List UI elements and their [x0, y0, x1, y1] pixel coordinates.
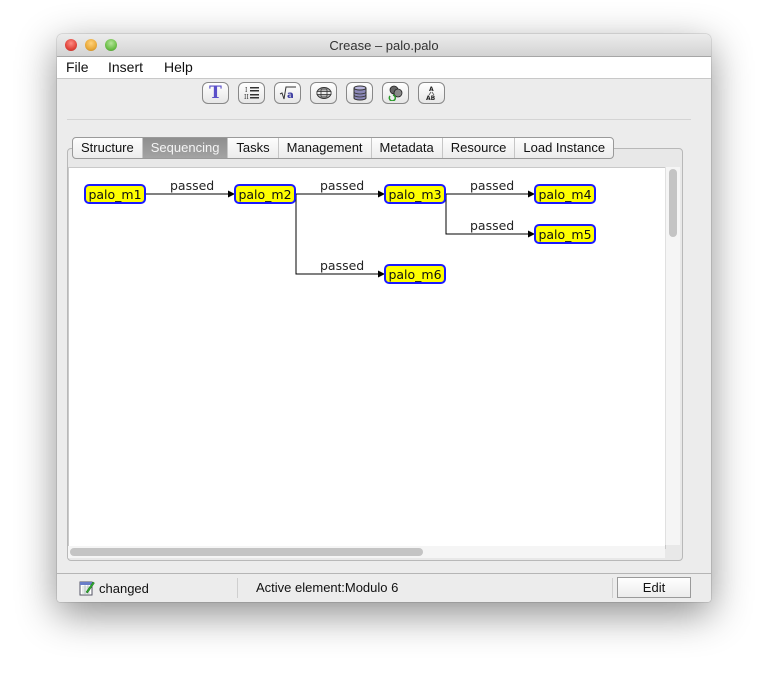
status-bar: changed Active element:Modulo 6 Edit: [57, 573, 711, 602]
horizontal-scroll-thumb[interactable]: [70, 548, 423, 556]
status-divider: [612, 578, 613, 598]
sequence-node-m4[interactable]: palo_m4: [534, 184, 596, 204]
link-icon: [316, 87, 331, 99]
menu-file[interactable]: File: [66, 59, 89, 75]
tab-metadata[interactable]: Metadata: [372, 138, 443, 158]
sequence-node-m5[interactable]: palo_m5: [534, 224, 596, 244]
numbered-list-button[interactable]: I II: [238, 82, 265, 104]
menu-help[interactable]: Help: [164, 59, 193, 75]
tab-management[interactable]: Management: [279, 138, 372, 158]
changed-label: changed: [99, 580, 149, 596]
menu-insert[interactable]: Insert: [108, 59, 143, 75]
tab-sequencing[interactable]: Sequencing: [142, 138, 229, 158]
svg-text:A: A: [429, 86, 434, 93]
horizontal-scrollbar[interactable]: [68, 546, 665, 558]
link-button[interactable]: [310, 82, 337, 104]
sequence-ab-icon: A AB: [426, 86, 436, 101]
vertical-scroll-thumb[interactable]: [669, 169, 677, 237]
svg-text:II: II: [244, 94, 249, 100]
sequence-node-m1[interactable]: palo_m1: [84, 184, 146, 204]
sequence-node-m2[interactable]: palo_m2: [234, 184, 296, 204]
insert-text-button[interactable]: T: [202, 82, 229, 104]
edge-label: passed: [320, 178, 365, 193]
svg-text:a: a: [287, 90, 294, 100]
resource-refresh-icon: [388, 85, 402, 101]
edge-label: passed: [470, 178, 515, 193]
vertical-scrollbar[interactable]: [665, 167, 680, 545]
database-button[interactable]: [346, 82, 373, 104]
formula-button[interactable]: a: [274, 82, 301, 104]
status-divider: [237, 578, 238, 598]
window-title: Crease – palo.palo: [329, 38, 439, 53]
document-edited-icon: [79, 581, 95, 596]
toolbar: T I II a A AB: [57, 79, 711, 115]
toolbar-separator: [67, 119, 691, 120]
edge-label: passed: [470, 218, 515, 233]
edge-label: passed: [320, 258, 365, 273]
edge-label: passed: [170, 178, 215, 193]
tab-tasks[interactable]: Tasks: [228, 138, 279, 158]
sequencing-canvas[interactable]: palo_m1 palo_m2 palo_m3 palo_m4 palo_m5 palo_…: [68, 167, 666, 549]
database-icon: [353, 85, 366, 101]
numbered-list-icon: I II: [244, 87, 259, 100]
sequence-node-m6[interactable]: palo_m6: [384, 264, 446, 284]
resource-button[interactable]: [382, 82, 409, 104]
svg-text:I: I: [245, 87, 248, 94]
active-element-label: Active element:Modulo 6: [256, 580, 399, 595]
sequence-button[interactable]: A AB: [418, 82, 445, 104]
title-bar: Crease – palo.palo: [57, 34, 711, 57]
tab-resource[interactable]: Resource: [443, 138, 516, 158]
menu-bar: File Insert Help: [57, 57, 711, 79]
svg-text:AB: AB: [426, 95, 436, 101]
tab-structure[interactable]: Structure: [73, 138, 143, 158]
tab-load-instance[interactable]: Load Instance: [515, 138, 613, 158]
edit-button[interactable]: Edit: [617, 577, 691, 598]
sequence-node-m3[interactable]: palo_m3: [384, 184, 446, 204]
formula-sqrt-icon: a: [279, 86, 296, 100]
app-window: Crease – palo.palo File Insert Help T I …: [57, 34, 711, 602]
tab-bar: Structure Sequencing Tasks Management Me…: [72, 137, 615, 159]
text-T-icon: T: [209, 82, 222, 103]
changed-indicator: changed: [79, 580, 149, 596]
